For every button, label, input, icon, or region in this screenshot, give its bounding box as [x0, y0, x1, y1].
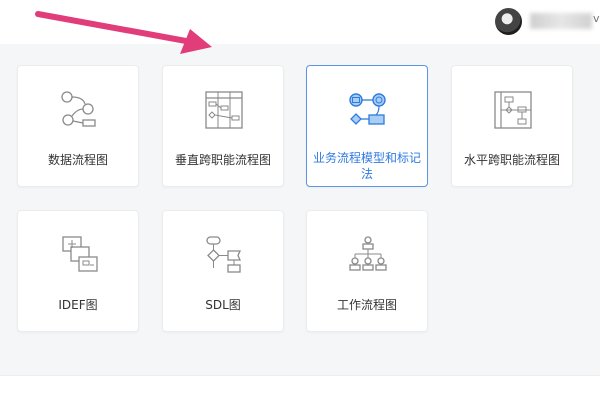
avatar[interactable]	[495, 8, 522, 35]
template-card-idef[interactable]: IDEF图	[17, 210, 139, 332]
template-label: SDL图	[205, 298, 241, 312]
vertical-swimlane-icon	[205, 91, 243, 129]
template-card-sdl[interactable]: SDL图	[162, 210, 284, 332]
bottom-bar	[0, 375, 600, 400]
username-text[interactable]: v	[593, 12, 600, 25]
template-label: IDEF图	[58, 298, 98, 312]
template-label: 数据流程图	[47, 153, 108, 167]
template-card-vertical-cross-functional[interactable]: 垂直跨职能流程图	[162, 65, 284, 187]
top-bar: v	[0, 0, 600, 44]
template-label: 水平跨职能流程图	[463, 153, 560, 167]
workflow-icon	[349, 236, 387, 271]
template-card-bpmn[interactable]: 业务流程模型和标记法	[306, 65, 428, 187]
idef-icon	[62, 236, 98, 272]
data-flow-icon	[61, 91, 96, 127]
horizontal-swimlane-icon	[494, 91, 532, 129]
template-label: 垂直跨职能流程图	[174, 153, 271, 167]
bpmn-icon	[349, 93, 386, 125]
template-label: 业务流程模型和标记法	[312, 151, 421, 181]
sdl-icon	[206, 236, 242, 273]
username-blurred[interactable]	[530, 13, 592, 29]
template-card-workflow[interactable]: 工作流程图	[306, 210, 428, 332]
template-card-horizontal-cross-functional[interactable]: 水平跨职能流程图	[451, 65, 573, 187]
template-card-data-flow[interactable]: 数据流程图	[17, 65, 139, 187]
template-label: 工作流程图	[336, 298, 397, 312]
